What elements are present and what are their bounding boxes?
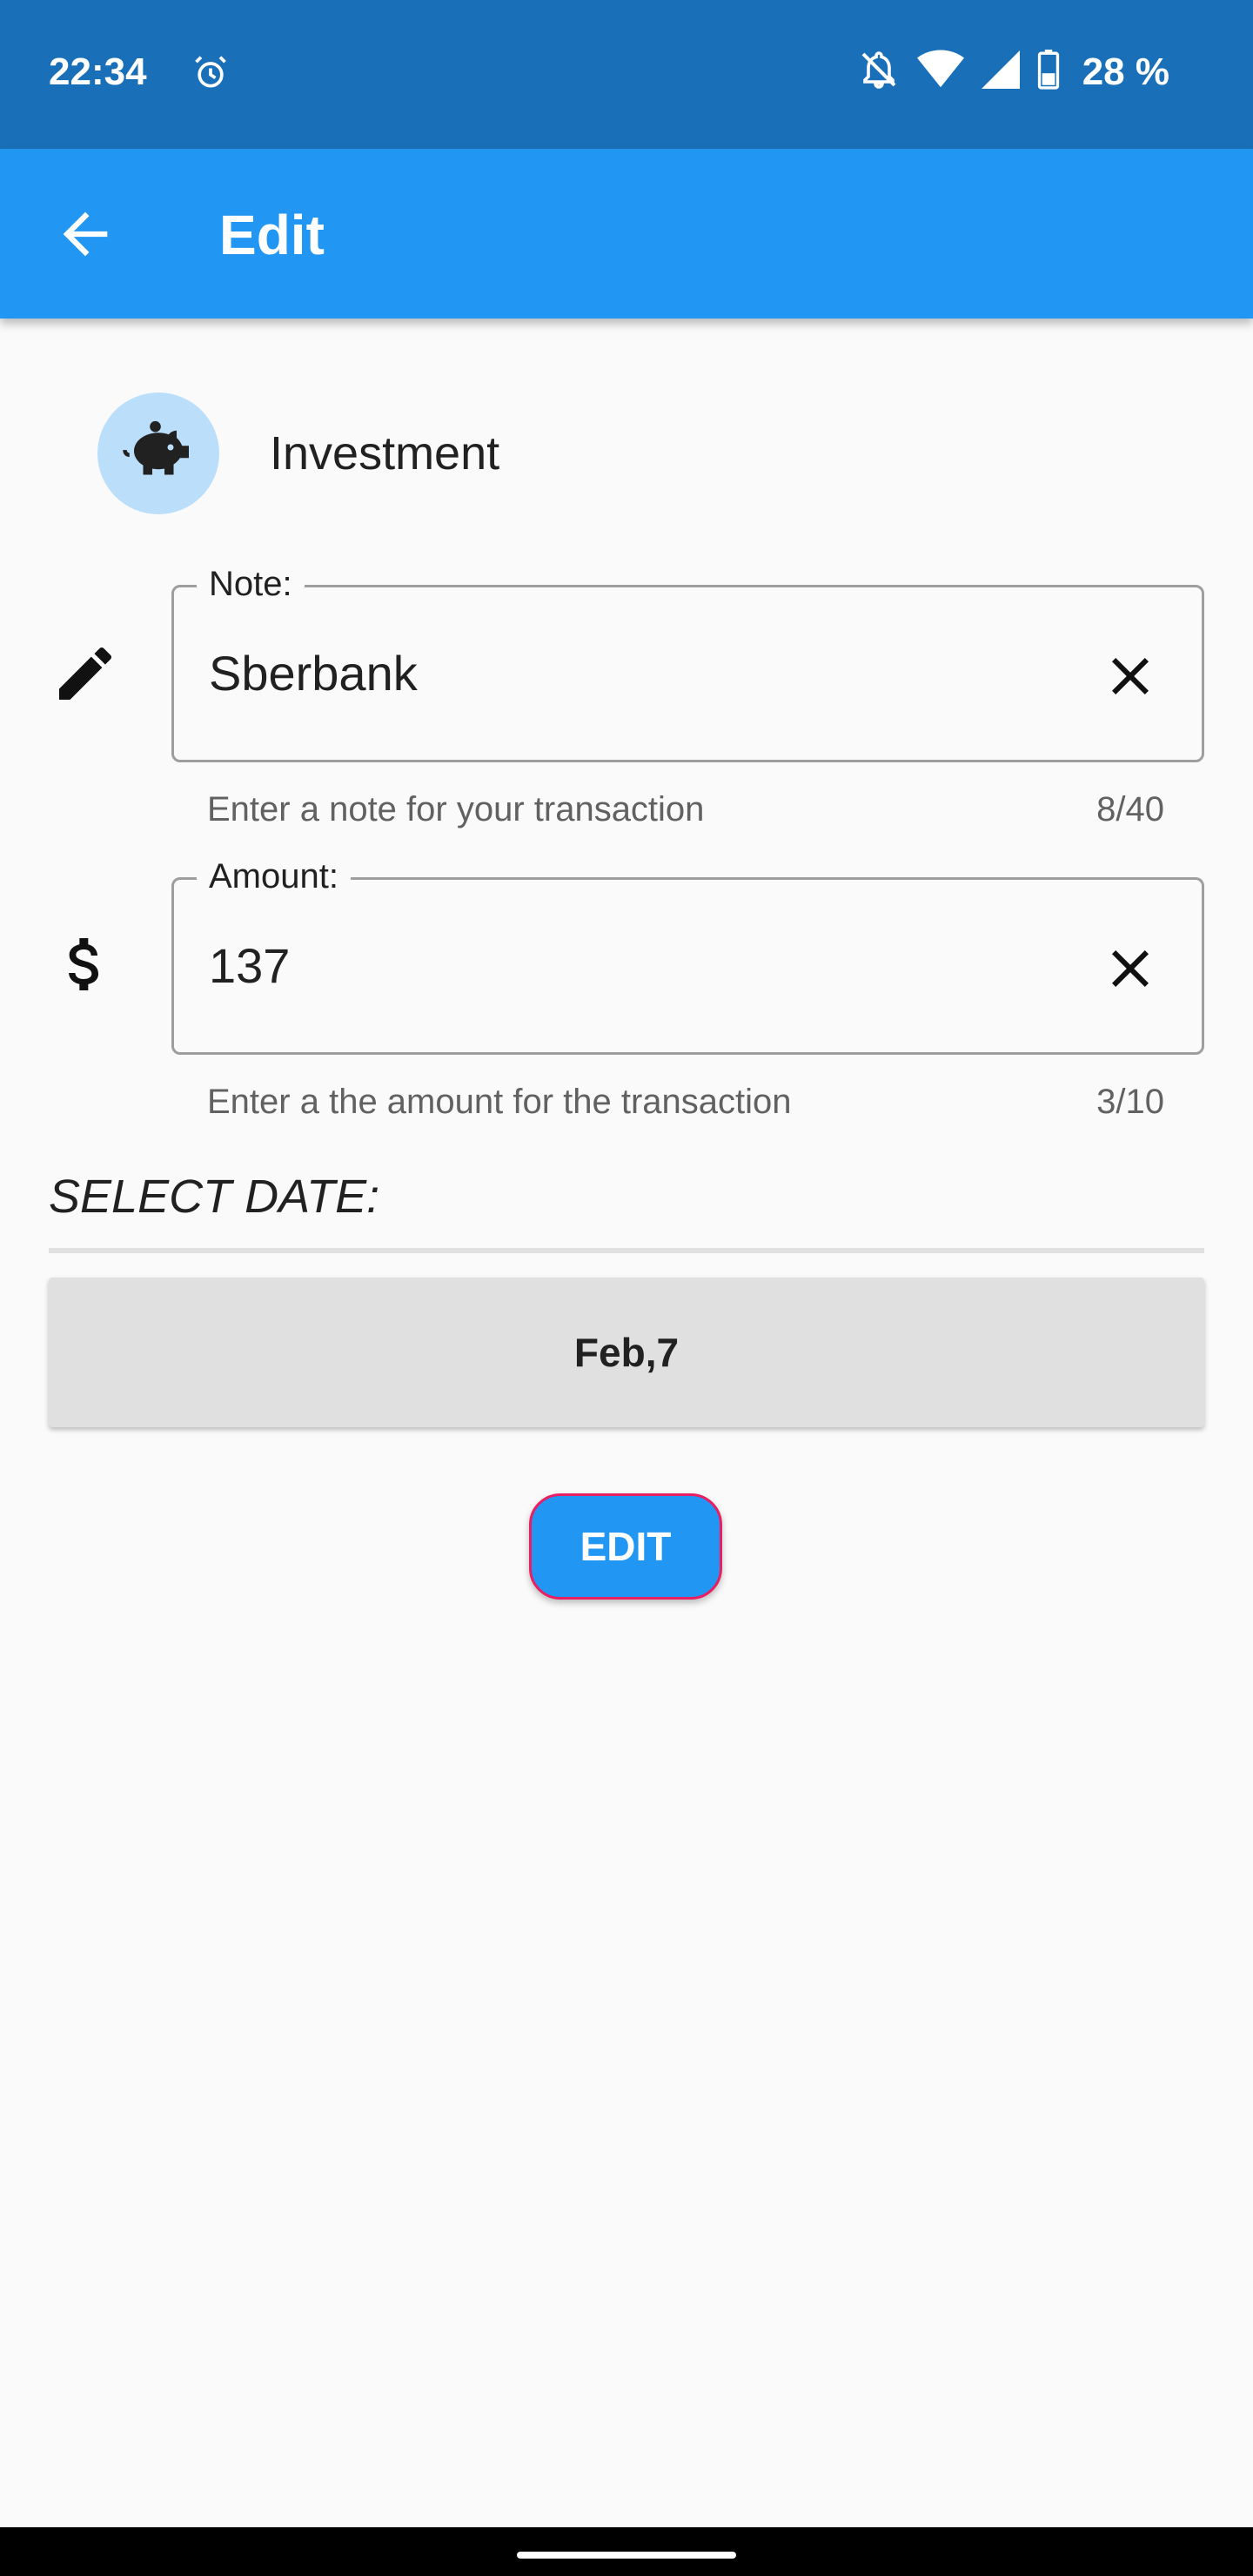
category-row: Investment (97, 392, 499, 514)
home-handle[interactable] (517, 2552, 736, 2559)
amount-helper-text: Enter a the amount for the transaction (207, 1083, 792, 1121)
status-bar: 22:34 28 % (0, 0, 1253, 149)
status-icons: 28 % (858, 49, 1169, 95)
battery-percent: 28 % (1082, 50, 1169, 93)
note-input[interactable]: Sberbank (209, 645, 418, 701)
date-picker-button[interactable]: Feb,7 (49, 1278, 1204, 1427)
note-counter: 8/40 (1096, 790, 1164, 828)
pencil-icon (50, 639, 120, 708)
app-bar: Edit (0, 149, 1253, 319)
amount-input[interactable]: 137 (209, 937, 290, 994)
edit-button[interactable]: EDIT (529, 1493, 722, 1600)
note-helper-text: Enter a note for your transaction (207, 790, 705, 828)
category-label: Investment (270, 427, 500, 480)
page-title: Edit (219, 204, 325, 266)
battery-icon (1037, 50, 1060, 94)
dollar-icon (50, 929, 120, 999)
clear-amount-icon[interactable] (1099, 937, 1162, 1000)
select-date-label: SELECT DATE: (49, 1171, 380, 1223)
amount-field-label: Amount: (197, 857, 351, 896)
back-button[interactable] (52, 201, 118, 267)
note-field-label: Note: (197, 565, 305, 604)
arrow-back-icon (63, 211, 108, 257)
divider (49, 1248, 1204, 1253)
category-avatar[interactable] (97, 392, 219, 514)
amount-counter: 3/10 (1096, 1083, 1164, 1121)
signal-icon (981, 50, 1020, 93)
piggy-bank-icon (123, 420, 189, 475)
wifi-icon (916, 49, 964, 95)
bell-off-icon (858, 49, 900, 95)
note-field[interactable]: Note: Sberbank (171, 565, 1204, 762)
amount-field[interactable]: Amount: 137 (171, 857, 1204, 1055)
status-time: 22:34 (49, 50, 147, 93)
alarm-icon (191, 54, 230, 97)
clear-note-icon[interactable] (1099, 645, 1162, 708)
